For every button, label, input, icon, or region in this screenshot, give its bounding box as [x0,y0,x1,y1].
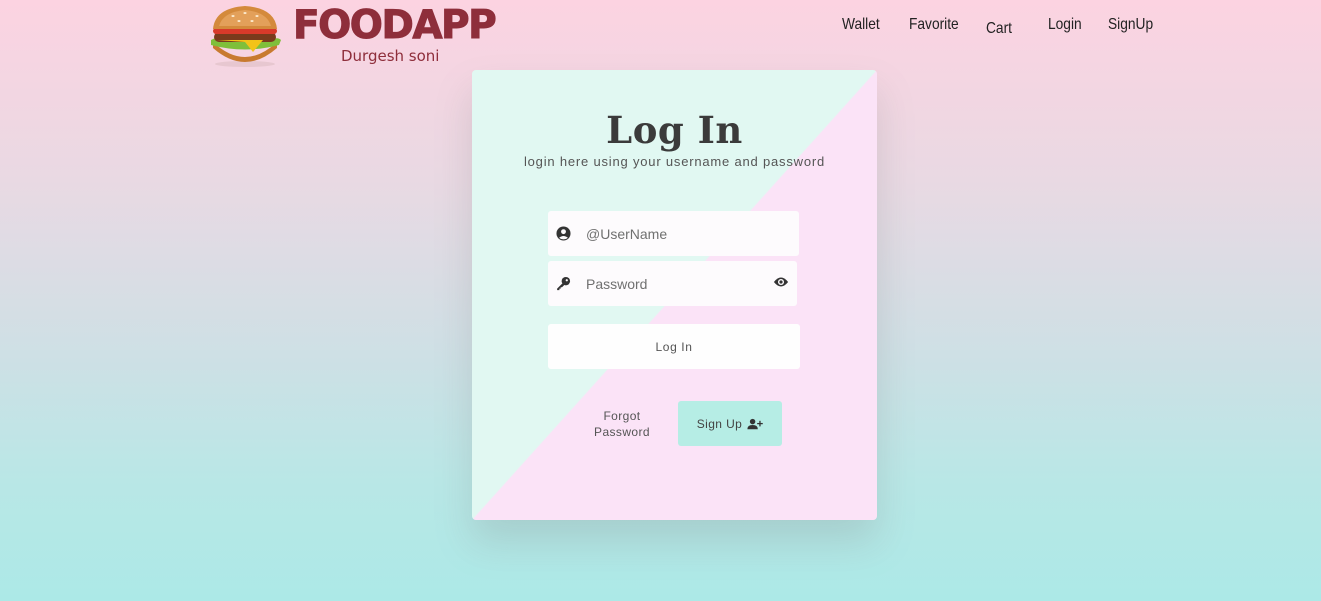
user-circle-icon [556,226,571,241]
login-subtitle: login here using your username and passw… [523,154,826,169]
signup-button[interactable]: Sign Up [678,401,782,446]
nav-favorite[interactable]: Favorite [909,16,959,34]
login-button[interactable]: Log In [548,324,800,369]
nav-cart[interactable]: Cart [986,20,1012,38]
login-card: Log In login here using your username an… [472,70,877,520]
brand-subtitle: Durgesh soni [341,47,440,65]
key-icon [557,276,571,291]
username-input[interactable] [586,211,756,256]
nav-wallet[interactable]: Wallet [842,16,880,34]
login-title: Log In [606,108,743,152]
nav-signup[interactable]: SignUp [1108,16,1153,34]
signup-button-label: Sign Up [696,416,743,431]
brand-name: FOODAPP [292,3,497,48]
eye-icon[interactable] [773,275,789,289]
password-input[interactable] [586,261,756,306]
password-field[interactable] [548,261,797,306]
nav-login[interactable]: Login [1048,16,1082,34]
burger-icon [211,6,281,67]
brand-logo[interactable]: FOODAPP Durgesh soni [205,0,497,70]
username-field[interactable] [548,211,799,256]
forgot-password-link[interactable]: Forgot Password [590,408,654,440]
user-plus-icon [747,418,764,429]
